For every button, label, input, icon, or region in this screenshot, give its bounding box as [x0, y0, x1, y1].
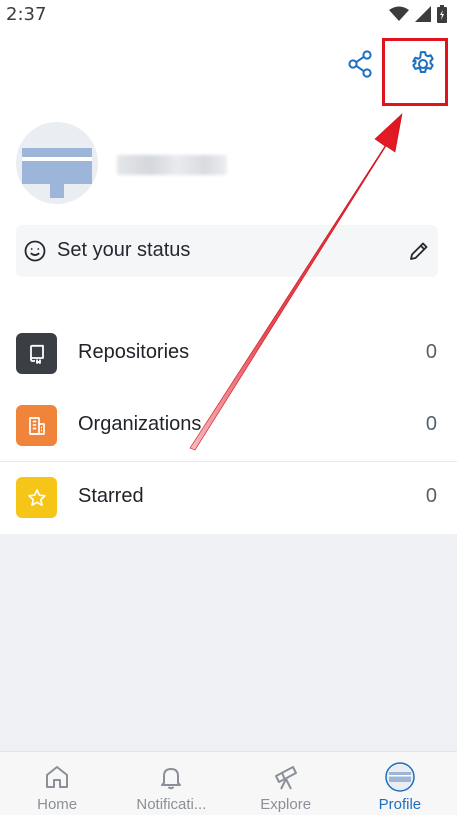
- building-icon: [16, 405, 57, 446]
- settings-highlight-box: [382, 38, 448, 106]
- bell-icon: [156, 762, 186, 792]
- share-icon: [347, 49, 373, 83]
- nav-explore[interactable]: Explore: [229, 752, 343, 815]
- menu-item-starred[interactable]: Starred 0: [0, 462, 457, 534]
- nav-label: Explore: [260, 796, 312, 813]
- menu-item-repositories[interactable]: Repositories 0: [0, 318, 457, 390]
- nav-label: Home: [37, 796, 78, 813]
- status-placeholder-text: Set your status: [57, 239, 191, 261]
- signal-icon: [415, 6, 431, 27]
- username-blurred: [117, 155, 227, 175]
- battery-icon: [437, 5, 447, 28]
- status-time: 2:37: [6, 4, 47, 25]
- nav-label: Profile: [378, 796, 422, 813]
- nav-notifications[interactable]: Notificati...: [114, 752, 228, 815]
- status-bar: 2:37: [0, 0, 457, 30]
- nav-profile[interactable]: Profile: [343, 752, 457, 815]
- status-icons: [389, 5, 447, 28]
- menu-item-label: Starred: [78, 485, 144, 507]
- avatar[interactable]: [16, 122, 98, 204]
- share-button[interactable]: [342, 48, 378, 84]
- home-icon: [42, 762, 72, 792]
- wifi-icon: [389, 6, 409, 27]
- set-status-button[interactable]: Set your status: [16, 225, 438, 277]
- nav-label: Notificati...: [136, 796, 207, 813]
- menu-item-label: Organizations: [78, 413, 202, 435]
- repo-icon: [16, 333, 57, 374]
- empty-area: [0, 534, 457, 751]
- avatar-icon: [385, 762, 415, 792]
- menu-item-count: 0: [425, 413, 437, 435]
- smiley-icon: [24, 240, 46, 267]
- menu-item-organizations[interactable]: Organizations 0: [0, 390, 457, 462]
- menu-item-count: 0: [425, 341, 437, 363]
- menu-item-label: Repositories: [78, 341, 190, 363]
- pencil-icon: [408, 240, 430, 267]
- telescope-icon: [271, 762, 301, 792]
- bottom-nav: Home Notificati... Explore Profile: [0, 751, 457, 815]
- menu-item-count: 0: [425, 485, 437, 507]
- star-icon: [16, 477, 57, 518]
- nav-home[interactable]: Home: [0, 752, 114, 815]
